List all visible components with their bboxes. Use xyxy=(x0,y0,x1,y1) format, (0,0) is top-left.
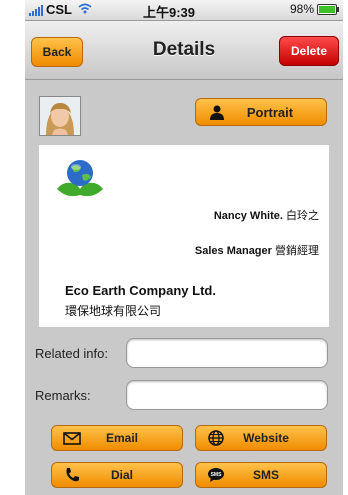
status-time: 上午9:39 xyxy=(143,5,196,20)
delete-button[interactable]: Delete xyxy=(279,36,339,66)
company-logo xyxy=(55,155,105,201)
company-name: Eco Earth Company Ltd. xyxy=(65,283,216,298)
email-button-label: Email xyxy=(105,431,138,445)
contact-name: Nancy White. 白玲之 xyxy=(214,207,319,223)
battery-icon xyxy=(317,3,339,15)
contact-name-en: Nancy White. xyxy=(213,210,283,222)
envelope-icon xyxy=(60,431,84,445)
remarks-label: Remarks: xyxy=(35,388,91,403)
navigation-bar: Back Details Delete xyxy=(25,21,343,80)
phone-screen: CSL 上午9:39 98% Back Details Delete Portr… xyxy=(25,0,343,495)
sms-button[interactable]: SMS SMS xyxy=(195,462,327,488)
business-card: Nancy White. 白玲之 Sales Manager 營銷經理 Eco … xyxy=(39,145,329,327)
sms-button-label: SMS xyxy=(252,468,279,482)
email-button[interactable]: Email xyxy=(51,425,183,451)
dial-button[interactable]: Dial xyxy=(51,462,183,488)
person-icon xyxy=(206,105,228,120)
wifi-icon xyxy=(78,3,92,17)
battery-percent: 98% xyxy=(289,2,314,16)
dial-button-label: Dial xyxy=(110,468,133,482)
related-info-label: Related info: xyxy=(35,346,108,361)
related-info-field[interactable] xyxy=(126,338,328,368)
globe-icon xyxy=(204,430,228,446)
contact-title: Sales Manager 營銷經理 xyxy=(195,242,319,258)
contact-title-cjk: 營銷經理 xyxy=(275,245,319,257)
contact-name-cjk: 白玲之 xyxy=(286,210,319,222)
phone-handset-icon xyxy=(60,467,84,483)
sms-bubble-icon: SMS xyxy=(204,467,228,483)
signal-bars-icon xyxy=(29,4,43,16)
remarks-field[interactable] xyxy=(126,380,328,410)
status-bar: CSL 上午9:39 98% xyxy=(25,0,343,21)
company-name-cjk: 環保地球有限公司 xyxy=(65,304,162,318)
website-button[interactable]: Website xyxy=(195,425,327,451)
status-right: 98% xyxy=(289,2,339,16)
website-button-label: Website xyxy=(243,431,289,445)
status-left: CSL xyxy=(29,2,92,17)
portrait-button[interactable]: Portrait xyxy=(195,98,327,126)
carrier-label: CSL xyxy=(46,2,72,17)
contact-photo[interactable] xyxy=(39,96,81,136)
contact-title-en: Sales Manager xyxy=(194,245,272,257)
portrait-button-label: Portrait xyxy=(246,104,294,120)
svg-text:SMS: SMS xyxy=(211,472,223,478)
